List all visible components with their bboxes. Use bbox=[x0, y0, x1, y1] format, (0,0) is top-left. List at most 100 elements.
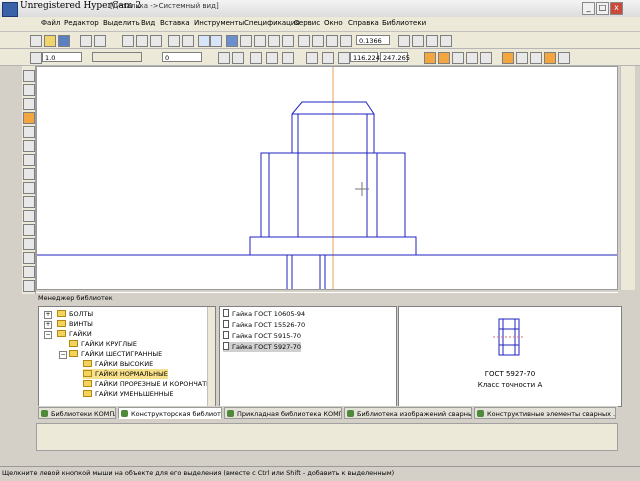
vertical-scrollbar[interactable] bbox=[620, 66, 635, 290]
snap-settings-icon[interactable] bbox=[558, 52, 570, 64]
drawing-canvas[interactable] bbox=[36, 66, 618, 290]
insert-icon[interactable] bbox=[23, 196, 35, 208]
snap-quadrant-icon[interactable] bbox=[530, 52, 542, 64]
cut-icon[interactable] bbox=[122, 35, 134, 47]
local-cs-icon[interactable] bbox=[306, 52, 318, 64]
tab-design-library[interactable]: Конструкторская библиотека bbox=[118, 407, 222, 419]
tree-scrollbar[interactable] bbox=[207, 307, 215, 406]
redo-icon[interactable] bbox=[210, 35, 222, 47]
tree-item[interactable]: ВИНТЫ bbox=[57, 319, 93, 329]
tree-item[interactable]: ГАЙКИ ПРОРЕЗНЫЕ И КОРОНЧАТЫЕ bbox=[83, 379, 215, 389]
tree-item[interactable]: ГАЙКИ ШЕСТИГРАННЫЕ bbox=[69, 349, 162, 359]
snap-icon[interactable] bbox=[282, 52, 294, 64]
variables-icon[interactable] bbox=[240, 35, 252, 47]
show-all-icon[interactable] bbox=[426, 35, 438, 47]
menu-window[interactable]: Окно bbox=[324, 19, 343, 27]
menu-view[interactable]: Вид bbox=[141, 19, 155, 27]
measure-icon[interactable] bbox=[23, 140, 35, 152]
spec-icon[interactable] bbox=[23, 168, 35, 180]
tree-item[interactable]: ГАЙКИ ВЫСОКИЕ bbox=[83, 359, 153, 369]
select-icon[interactable] bbox=[23, 154, 35, 166]
grid-snap-icon[interactable] bbox=[250, 52, 262, 64]
zoom-window-icon[interactable] bbox=[312, 35, 324, 47]
tab-kompas-libraries[interactable]: Библиотеки КОМПАС bbox=[38, 407, 116, 419]
print-icon[interactable] bbox=[80, 35, 92, 47]
layer-field[interactable]: 0 bbox=[162, 52, 202, 62]
color-icon[interactable] bbox=[232, 52, 244, 64]
zoom-field[interactable]: 0.1366 bbox=[356, 35, 390, 45]
function-icon[interactable] bbox=[254, 35, 266, 47]
zoom-scale-icon[interactable] bbox=[340, 35, 352, 47]
snap-point-icon[interactable] bbox=[424, 52, 436, 64]
pan-icon[interactable] bbox=[398, 35, 410, 47]
minimize-button[interactable]: _ bbox=[582, 2, 595, 15]
grid-icon[interactable] bbox=[30, 52, 42, 64]
preview-icon[interactable] bbox=[94, 35, 106, 47]
menu-libraries[interactable]: Библиотеки bbox=[382, 19, 426, 27]
menu-file[interactable]: Файл bbox=[41, 19, 60, 27]
model-item-selected[interactable]: Гайка ГОСТ 5927-70 bbox=[223, 342, 301, 352]
model-item[interactable]: Гайка ГОСТ 5915-70 bbox=[223, 331, 301, 341]
menu-insert[interactable]: Вставка bbox=[160, 19, 190, 27]
refresh-icon[interactable] bbox=[412, 35, 424, 47]
new-file-icon[interactable] bbox=[30, 35, 42, 47]
properties-icon[interactable] bbox=[168, 35, 180, 47]
menu-select[interactable]: Выделить bbox=[103, 19, 140, 27]
format-icon[interactable] bbox=[182, 35, 194, 47]
designations-icon[interactable] bbox=[23, 98, 35, 110]
reports-icon[interactable] bbox=[23, 182, 35, 194]
snap-nearest-icon[interactable] bbox=[466, 52, 478, 64]
tab-weld-elements-library[interactable]: Конструктивные элементы сварных ... bbox=[474, 407, 616, 419]
menu-edit[interactable]: Редактор bbox=[64, 19, 99, 27]
model-item[interactable]: Гайка ГОСТ 10605-94 bbox=[223, 309, 305, 319]
open-folder-icon[interactable] bbox=[44, 35, 56, 47]
model-list[interactable]: Гайка ГОСТ 10605-94 Гайка ГОСТ 15526-70 … bbox=[219, 306, 397, 407]
menu-service[interactable]: Сервис bbox=[294, 19, 320, 27]
tab-applied-library[interactable]: Прикладная библиотека КОМПАС bbox=[224, 407, 342, 419]
snap-intersection-icon[interactable] bbox=[452, 52, 464, 64]
menu-help[interactable]: Справка bbox=[348, 19, 379, 27]
tree-item-selected[interactable]: ГАЙКИ НОРМАЛЬНЫЕ bbox=[83, 369, 168, 379]
empty-field[interactable] bbox=[92, 52, 142, 62]
table-icon[interactable] bbox=[23, 280, 35, 292]
cursor-icon[interactable] bbox=[322, 52, 334, 64]
save-icon[interactable] bbox=[58, 35, 70, 47]
tree-expander[interactable]: − bbox=[59, 351, 67, 359]
library-tree[interactable]: + БОЛТЫ + ВИНТЫ − ГАЙКИ ГАЙКИ КРУГЛЫЕ − … bbox=[38, 306, 216, 407]
dimensions-icon[interactable] bbox=[23, 84, 35, 96]
layers-icon[interactable] bbox=[23, 224, 35, 236]
layer-state-icon[interactable] bbox=[218, 52, 230, 64]
filter-icon[interactable] bbox=[23, 252, 35, 264]
coordinate-icon[interactable] bbox=[338, 52, 350, 64]
menu-tools[interactable]: Инструменты bbox=[194, 19, 244, 27]
model-item[interactable]: Гайка ГОСТ 15526-70 bbox=[223, 320, 305, 330]
close-button[interactable]: x bbox=[610, 2, 623, 15]
fragment-icon[interactable] bbox=[268, 35, 280, 47]
edit-icon[interactable] bbox=[23, 112, 35, 124]
snap-tangent-icon[interactable] bbox=[502, 52, 514, 64]
zoom-in-icon[interactable] bbox=[298, 35, 310, 47]
zoom-out-icon[interactable] bbox=[326, 35, 338, 47]
coord-x-field[interactable]: 116.224 bbox=[350, 52, 380, 62]
snap-normal-icon[interactable] bbox=[516, 52, 528, 64]
tree-expander[interactable]: + bbox=[44, 321, 52, 329]
paste-icon[interactable] bbox=[150, 35, 162, 47]
tab-weld-images-library[interactable]: Библиотека изображений сварных ш... bbox=[344, 407, 472, 419]
help-icon[interactable] bbox=[282, 35, 294, 47]
tree-expander[interactable]: + bbox=[44, 311, 52, 319]
maximize-button[interactable]: □ bbox=[596, 2, 609, 15]
copy-icon[interactable] bbox=[136, 35, 148, 47]
previous-view-icon[interactable] bbox=[440, 35, 452, 47]
style-field[interactable]: 1.0 bbox=[42, 52, 82, 62]
tree-item[interactable]: БОЛТЫ bbox=[57, 309, 93, 319]
tree-item[interactable]: ГАЙКИ КРУГЛЫЕ bbox=[69, 339, 137, 349]
library-manager-icon[interactable] bbox=[226, 35, 238, 47]
coord-y-field[interactable]: 247.265 bbox=[380, 52, 410, 62]
tree-item[interactable]: ГАЙКИ УМЕНЬШЕННЫЕ bbox=[83, 389, 174, 399]
tree-expander[interactable]: − bbox=[44, 331, 52, 339]
snap-center-icon[interactable] bbox=[438, 52, 450, 64]
undo-icon[interactable] bbox=[198, 35, 210, 47]
macro-icon[interactable] bbox=[23, 210, 35, 222]
tree-item[interactable]: ГАЙКИ bbox=[57, 329, 92, 339]
snap-angle-icon[interactable] bbox=[544, 52, 556, 64]
